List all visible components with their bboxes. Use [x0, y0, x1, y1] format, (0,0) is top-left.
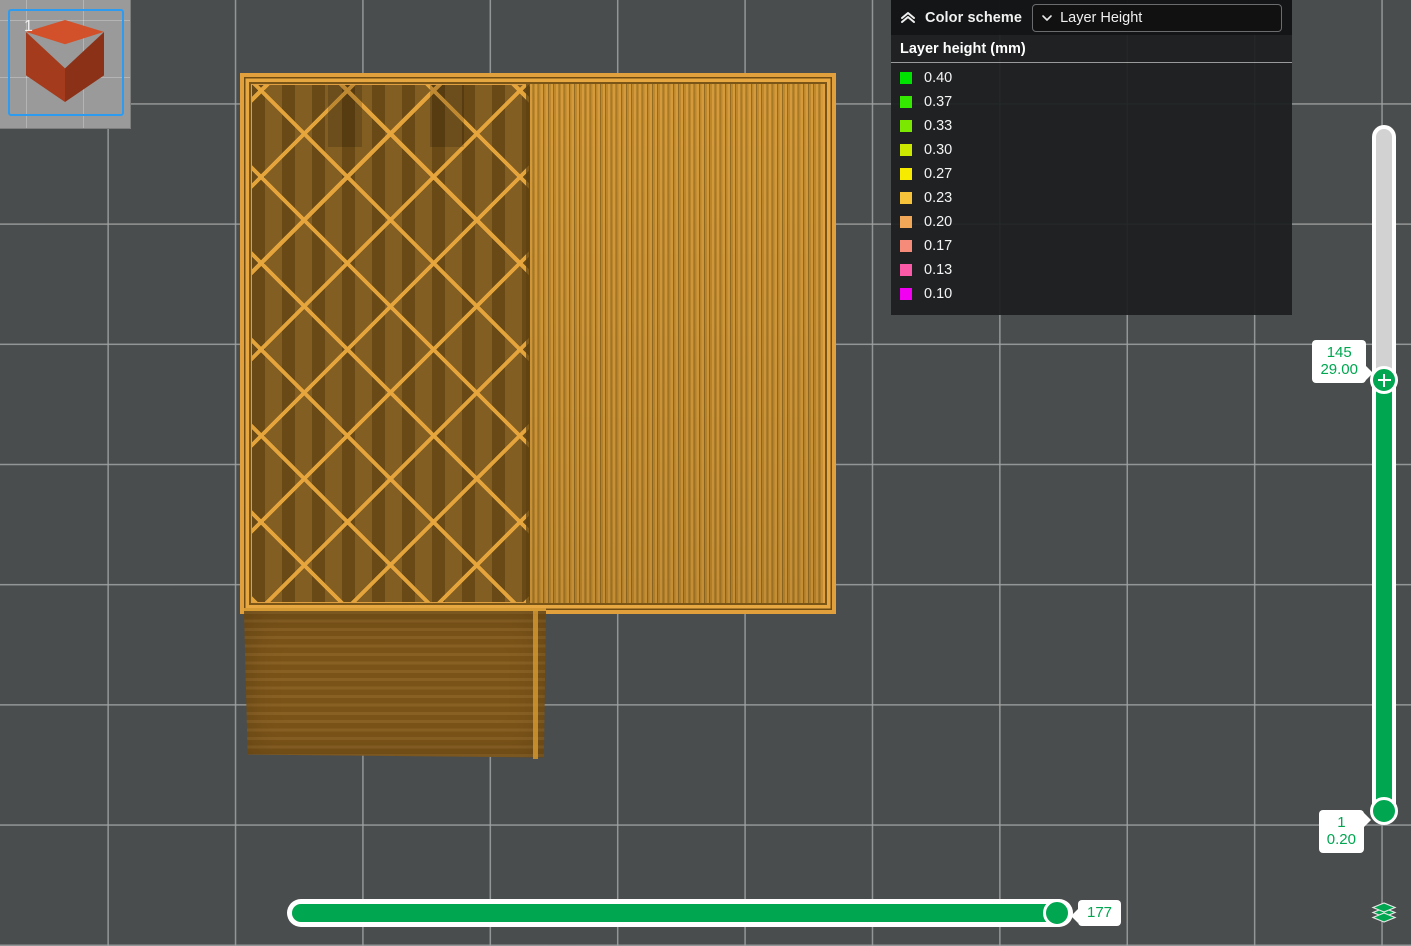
move-slider-fill	[292, 904, 1059, 922]
legend-entry-label: 0.33	[924, 118, 953, 134]
color-scheme-dropdown[interactable]: Layer Height	[1032, 3, 1282, 32]
model-top-notch	[430, 85, 464, 147]
object-index-label: 1	[24, 18, 33, 35]
legend-entry: 0.40	[891, 66, 1292, 90]
legend-entry-label: 0.10	[924, 286, 953, 302]
layer-slider-upper-tooltip: 145 29.00	[1312, 340, 1373, 383]
model-perimeter-walls	[240, 73, 836, 614]
move-slider-track[interactable]	[287, 899, 1073, 927]
sliced-model	[232, 70, 836, 760]
model-top-layer	[240, 73, 836, 614]
layer-slider-track[interactable]	[1372, 125, 1396, 820]
upper-layer-number: 145	[1326, 344, 1352, 361]
color-scheme-value: Layer Height	[1060, 9, 1143, 26]
model-top-notch	[328, 85, 362, 147]
plus-icon	[1377, 373, 1391, 387]
legend-body: Layer height (mm) 0.40 0.37 0.33 0.30 0.27 0.…	[891, 35, 1292, 315]
legend-color-swatch	[900, 72, 912, 84]
move-step-slider[interactable]: 177	[287, 899, 1122, 927]
move-slider-handle[interactable]	[1043, 899, 1071, 927]
legend-color-swatch	[900, 96, 912, 108]
model-zone-divider	[526, 84, 531, 603]
legend-subtitle: Layer height (mm)	[900, 41, 1026, 57]
layers-icon[interactable]	[1368, 897, 1400, 929]
legend-entry: 0.27	[891, 162, 1292, 186]
legend-entry: 0.23	[891, 186, 1292, 210]
legend-entry: 0.17	[891, 234, 1292, 258]
legend-divider	[891, 62, 1292, 63]
legend-entry: 0.13	[891, 258, 1292, 282]
move-slider-tooltip: 177	[1070, 900, 1122, 926]
legend-entry-list: 0.40 0.37 0.33 0.30 0.27 0.23 0.20 0.17 0.13 0.10	[891, 66, 1292, 306]
legend-entry-label: 0.40	[924, 70, 953, 86]
legend-entry: 0.37	[891, 90, 1292, 114]
legend-entry-label: 0.30	[924, 142, 953, 158]
legend-title: Color scheme	[925, 9, 1023, 26]
layer-range-slider[interactable]: 145 29.00 1 0.20	[1312, 125, 1398, 853]
legend-color-swatch	[900, 120, 912, 132]
legend-entry-label: 0.17	[924, 238, 953, 254]
model-front-wall	[244, 611, 546, 758]
legend-entry: 0.10	[891, 282, 1292, 306]
gcode-preview-app: 1 Color scheme Layer Height Layer height…	[0, 0, 1411, 946]
model-front-wall-right-edge	[533, 611, 538, 759]
model-crosshatch-infill	[252, 85, 529, 602]
upper-layer-height: 29.00	[1320, 361, 1358, 378]
lower-layer-height: 0.20	[1326, 831, 1356, 848]
layer-slider-lower-handle[interactable]	[1370, 797, 1398, 825]
model-solid-infill	[530, 84, 823, 603]
legend-entry: 0.30	[891, 138, 1292, 162]
legend-color-swatch	[900, 240, 912, 252]
legend-color-swatch	[900, 192, 912, 204]
legend-color-swatch	[900, 216, 912, 228]
chevrons-up-icon[interactable]	[897, 7, 919, 29]
legend-entry: 0.33	[891, 114, 1292, 138]
legend-entry-label: 0.13	[924, 262, 953, 278]
legend-entry-label: 0.20	[924, 214, 953, 230]
layer-slider-fill	[1376, 384, 1392, 816]
legend-entry-label: 0.27	[924, 166, 953, 182]
cube-icon	[26, 20, 104, 102]
legend-entry-label: 0.23	[924, 190, 953, 206]
legend-color-swatch	[900, 288, 912, 300]
color-scheme-legend: Color scheme Layer Height Layer height (…	[891, 0, 1292, 315]
legend-header: Color scheme Layer Height	[891, 0, 1292, 35]
legend-color-swatch	[900, 264, 912, 276]
legend-entry: 0.20	[891, 210, 1292, 234]
chevron-down-icon	[1039, 10, 1055, 26]
model-front-wall-top-edge	[244, 608, 546, 614]
cube-right-face	[65, 32, 104, 102]
cube-left-face	[26, 32, 65, 102]
object-thumbnail-panel[interactable]: 1	[0, 0, 131, 129]
lower-layer-number: 1	[1337, 814, 1346, 831]
legend-entry-label: 0.37	[924, 94, 953, 110]
layer-slider-upper-handle[interactable]	[1370, 366, 1398, 394]
legend-color-swatch	[900, 168, 912, 180]
legend-color-swatch	[900, 144, 912, 156]
layer-slider-lower-tooltip: 1 0.20	[1318, 810, 1372, 853]
